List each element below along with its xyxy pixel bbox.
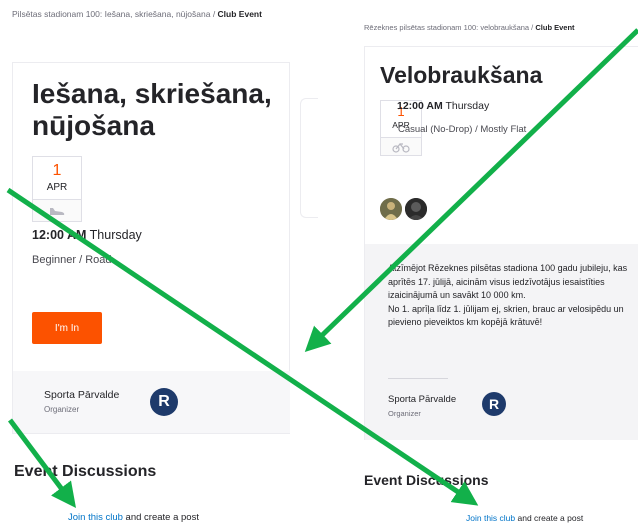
athlete-photo-icon: [405, 198, 427, 220]
divider: [388, 378, 448, 379]
time-value: 12:00 AM: [32, 228, 87, 242]
date-month: APR: [46, 182, 68, 193]
breadcrumb-link[interactable]: Pilsētas stadionam 100: Iešana, skriešan…: [12, 9, 218, 19]
join-prompt: Join this club and create a post: [466, 513, 583, 523]
join-prompt-suffix: and create a post: [515, 513, 584, 523]
event-description: Atzīmējot Rēzeknes pilsētas stadiona 100…: [388, 262, 634, 330]
description-paragraph: Atzīmējot Rēzeknes pilsētas stadiona 100…: [388, 263, 628, 300]
breadcrumb: Pilsētas stadionam 100: Iešana, skriešan…: [12, 8, 302, 20]
time-value: 12:00 AM: [397, 100, 443, 112]
organizer-logo[interactable]: R: [482, 392, 506, 416]
date-box: 1 APR: [32, 156, 82, 222]
discussions-heading: Event Discussions: [14, 463, 157, 480]
join-prompt-suffix: and create a post: [122, 512, 199, 523]
organizer-logo-letter: R: [488, 396, 500, 412]
event-time: 12:00 AM Thursday: [32, 228, 142, 242]
join-club-link[interactable]: Join this club: [68, 512, 123, 523]
athlete-avatar[interactable]: [380, 198, 402, 220]
event-title: Iešana, skriešana, nūjošana: [32, 78, 272, 141]
adjacent-card-edge: [300, 98, 318, 218]
breadcrumb-current: Club Event: [217, 9, 262, 19]
date-day: 1: [52, 162, 62, 179]
discussions-heading: Event Discussions: [364, 472, 489, 488]
weekday: Thursday: [89, 228, 142, 242]
event-title: Velobraukšana: [380, 62, 543, 88]
left-event-panel: Pilsētas stadionam 100: Iešana, skriešan…: [0, 0, 318, 525]
im-in-button[interactable]: I'm In: [32, 312, 102, 344]
organizer-role: Organizer: [44, 405, 80, 414]
organizer-logo[interactable]: R: [150, 388, 178, 416]
organizer-name[interactable]: Sporta Pārvalde: [44, 389, 119, 401]
right-event-panel: Rēzeknes pilsētas stadionam 100: velobra…: [350, 0, 638, 525]
organizer-role: Organizer: [388, 409, 421, 418]
description-paragraph: No 1. aprīļa līdz 1. jūlijam ej, skrien,…: [388, 303, 624, 328]
breadcrumb: Rēzeknes pilsētas stadionam 100: velobra…: [364, 22, 634, 34]
bike-icon: [392, 143, 410, 153]
join-club-link[interactable]: Join this club: [466, 513, 515, 523]
athlete-avatar[interactable]: [405, 198, 427, 220]
event-time: 12:00 AM Thursday: [397, 100, 489, 112]
event-level: Casual (No-Drop) / Mostly Flat: [398, 124, 527, 135]
join-prompt: Join this club and create a post: [68, 512, 199, 523]
sport-type: [381, 137, 421, 155]
sport-type: [33, 199, 81, 221]
event-level: Beginner / Road: [32, 254, 112, 266]
breadcrumb-current: Club Event: [535, 23, 575, 32]
organizer-name[interactable]: Sporta Pārvalde: [388, 394, 456, 405]
organizer-logo-letter: R: [158, 393, 170, 410]
breadcrumb-link[interactable]: Rēzeknes pilsētas stadionam 100: velobra…: [364, 23, 535, 32]
shoe-icon: [50, 208, 65, 215]
athlete-photo-icon: [380, 198, 402, 220]
weekday: Thursday: [445, 100, 490, 112]
